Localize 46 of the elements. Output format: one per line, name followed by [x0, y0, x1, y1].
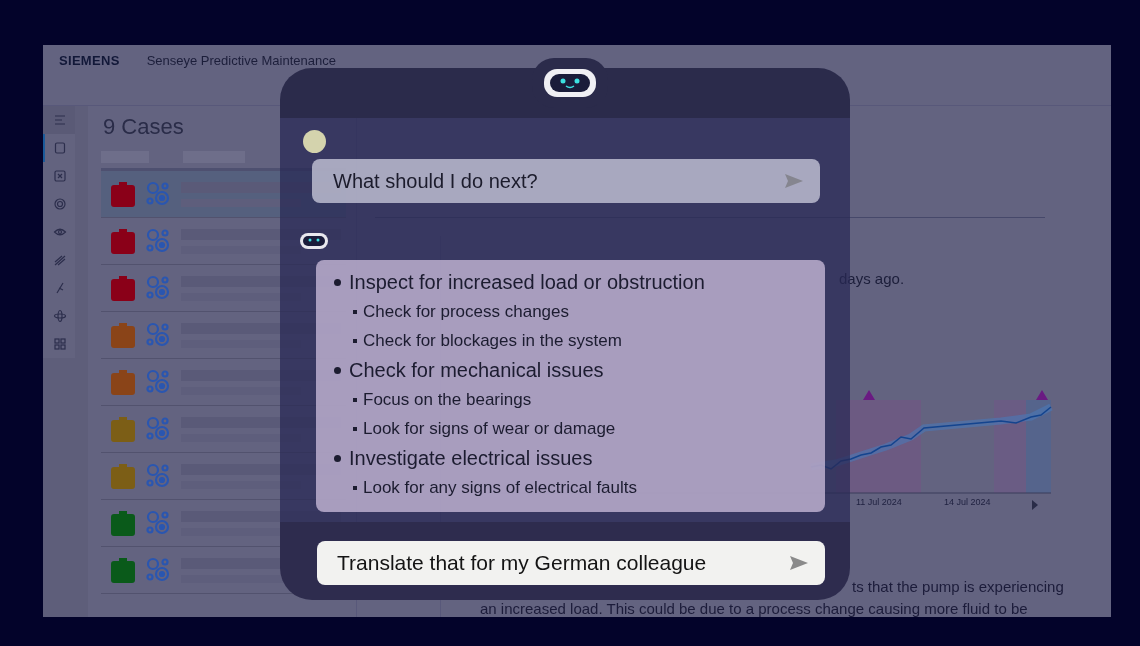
gears-icon [145, 369, 171, 395]
target-icon [53, 197, 67, 211]
send-icon[interactable] [789, 555, 809, 571]
answer-subitem: Check for process changes [363, 301, 569, 322]
gears-icon [145, 463, 171, 489]
robot-icon [542, 66, 598, 100]
bullet-icon [353, 309, 357, 314]
bullet-icon [353, 485, 357, 490]
stripes-icon [53, 253, 67, 267]
bullet-icon [353, 338, 357, 343]
send-icon[interactable] [784, 173, 804, 189]
answer-subitem: Check for blockages in the system [363, 330, 622, 351]
answer-item: Inspect for increased load or obstruction [349, 270, 705, 294]
user-avatar [303, 130, 326, 153]
bullet-icon [334, 366, 341, 374]
next-arrow-icon[interactable] [1032, 500, 1038, 510]
answer-item: Check for mechanical issues [349, 358, 604, 382]
bullet-icon [334, 278, 341, 286]
question-text: What should I do next? [333, 169, 538, 193]
clipboard-icon [53, 141, 67, 155]
atom-icon [53, 309, 67, 323]
close-box-icon [53, 169, 67, 183]
app-title: Senseye Predictive Maintenance [146, 53, 336, 68]
cases-title: 9 Cases [102, 114, 184, 141]
brand-logo: SIEMENS [59, 53, 120, 68]
explanation-text: an increased load. This could be due to a process change causing more fluid to be [479, 599, 1028, 617]
bullet-icon [353, 426, 357, 431]
gears-icon [145, 510, 171, 536]
menu-nav-item[interactable] [43, 106, 75, 134]
gears-icon [145, 181, 171, 207]
robot-icon [299, 232, 329, 250]
bullet-icon [353, 397, 357, 402]
explanation-text: ts that the pump is experiencing [851, 577, 1064, 596]
gears-icon [145, 275, 171, 301]
answer-subitem: Focus on the bearings [363, 389, 532, 410]
axis-tick-label: 14 Jul 2024 [943, 497, 991, 507]
message-field[interactable]: Translate that for my German colleague [317, 541, 825, 585]
answer-subitem: Look for any signs of electrical faults [363, 477, 638, 498]
gears-icon [145, 557, 171, 583]
answer-subitem: Look for signs of wear or damage [363, 418, 616, 439]
gears-icon [145, 322, 171, 348]
grid-icon [53, 337, 67, 351]
gears-icon [145, 228, 171, 254]
bullet-icon [334, 454, 341, 462]
answer-item: Investigate electrical issues [349, 446, 593, 470]
gears-icon [145, 416, 171, 442]
